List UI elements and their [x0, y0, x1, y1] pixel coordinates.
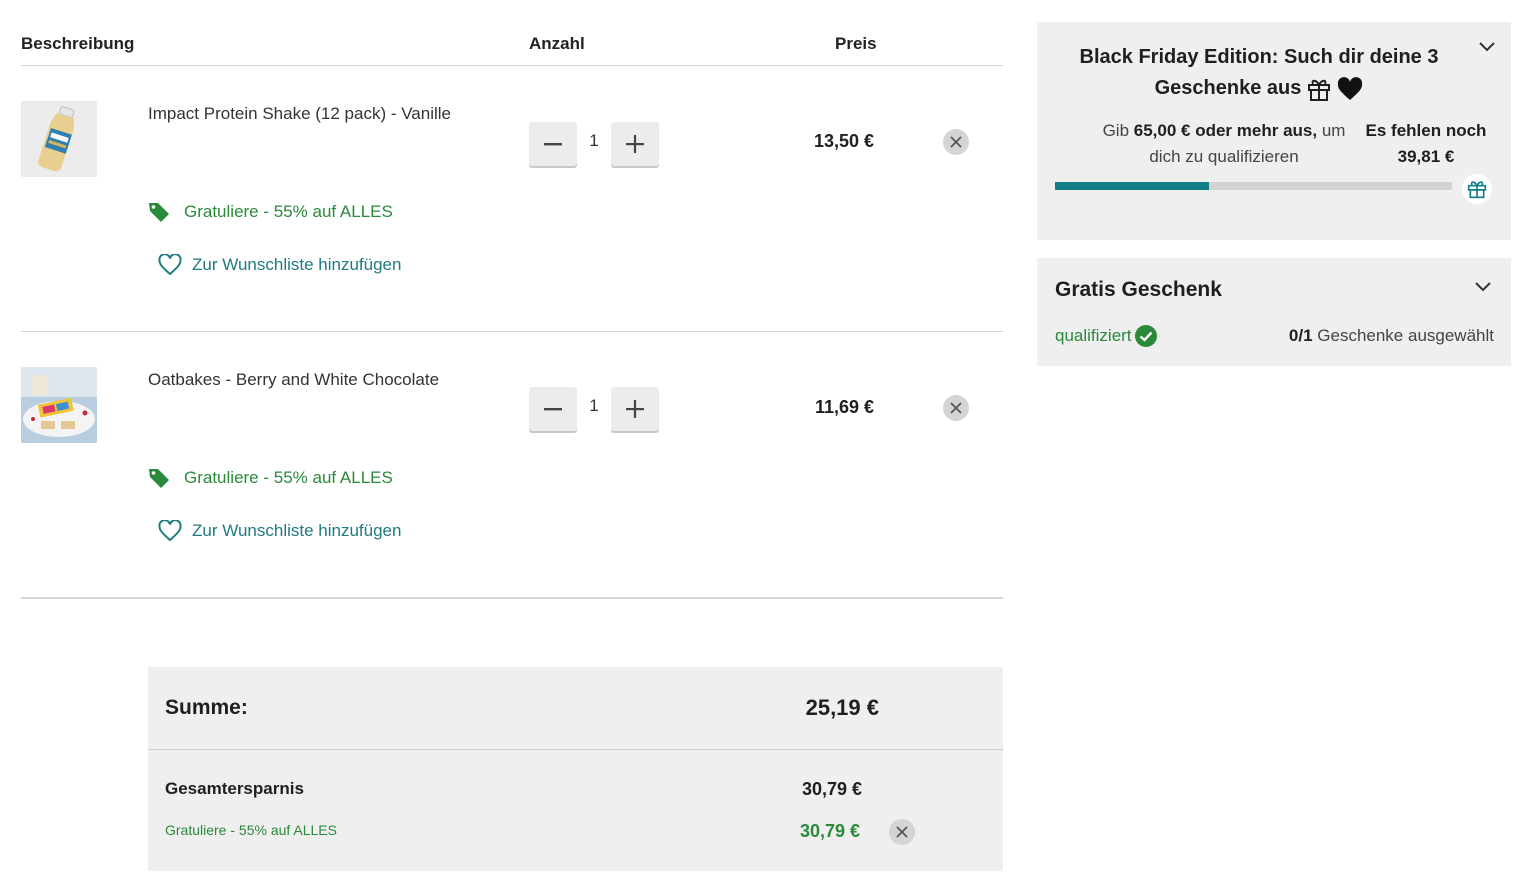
gift-count-suffix: Geschenke ausgewählt	[1312, 326, 1494, 345]
desc-line-2: dich zu qualifizieren	[1149, 147, 1299, 166]
tag-icon	[149, 203, 169, 222]
remove-item-button[interactable]	[943, 129, 969, 155]
item-price: 11,69 €	[814, 397, 874, 417]
title-line-2: Geschenke aus	[1055, 73, 1463, 104]
wishlist-text: Zur Wunschliste hinzufügen	[192, 521, 402, 540]
promo-label: Gratuliere - 55% auf ALLES	[148, 201, 393, 223]
gift-count: 0/1	[1288, 326, 1313, 345]
column-header-description: Beschreibung	[21, 34, 135, 53]
quantity-value[interactable]: 1	[577, 396, 611, 416]
header-divider	[21, 65, 1003, 66]
column-header-quantity: Anzahl	[529, 34, 585, 53]
row-divider	[21, 597, 1003, 599]
row-divider	[21, 331, 1003, 332]
black-friday-panel: Black Friday Edition: Such dir deine 3 G…	[1037, 22, 1511, 240]
promo-text: Gratuliere - 55% auf ALLES	[184, 468, 393, 487]
qualification-description: Gib 65,00 € oder mehr aus, um dich zu qu…	[1055, 118, 1393, 170]
gift-selection-count[interactable]: 0/1 Geschenke ausgewählt	[1289, 326, 1494, 346]
progress-goal	[1462, 174, 1492, 204]
desc-amount: 65,00 €	[1133, 121, 1191, 140]
free-gift-title: Gratis Geschenk	[1055, 278, 1222, 301]
progress-fill	[1055, 182, 1209, 190]
chevron-down-icon	[1479, 42, 1495, 52]
summary-promo-value: 30,79 €	[799, 821, 860, 841]
collapse-toggle[interactable]	[1478, 40, 1496, 58]
desc-bold: oder mehr aus,	[1190, 121, 1318, 140]
remaining-label: Es fehlen noch	[1365, 121, 1487, 140]
add-to-wishlist-link[interactable]: Zur Wunschliste hinzufügen	[158, 254, 401, 276]
plus-icon	[626, 400, 644, 418]
column-header-price: Preis	[835, 34, 877, 53]
total-value: 25,19 €	[805, 695, 879, 720]
gift-icon	[1467, 181, 1487, 199]
remaining-amount: Es fehlen noch 39,81 €	[1359, 118, 1493, 170]
product-name[interactable]: Oatbakes - Berry and White Chocolate	[148, 370, 439, 390]
qualified-status: qualifiziert	[1055, 324, 1158, 348]
close-icon	[950, 136, 962, 148]
qualified-text: qualifiziert	[1055, 326, 1132, 345]
remove-promo-button[interactable]	[889, 819, 915, 845]
summary-promo-label: Gratuliere - 55% auf ALLES	[165, 822, 337, 838]
add-to-wishlist-link[interactable]: Zur Wunschliste hinzufügen	[158, 520, 401, 542]
minus-icon	[544, 143, 562, 146]
gift-icon	[1308, 79, 1331, 101]
total-label: Summe:	[165, 696, 248, 719]
product-image-protein-shake[interactable]	[21, 101, 97, 177]
check-circle-icon	[1134, 325, 1157, 347]
collapse-toggle[interactable]	[1474, 280, 1492, 298]
product-name[interactable]: Impact Protein Shake (12 pack) - Vanille	[148, 104, 451, 124]
plus-icon	[626, 135, 644, 153]
order-summary: Summe: 25,19 € Gesamtersparnis 30,79 € G…	[148, 667, 1003, 871]
decrease-quantity-button[interactable]	[529, 122, 577, 166]
promo-text: Gratuliere - 55% auf ALLES	[184, 202, 393, 221]
chevron-down-icon	[1475, 282, 1491, 292]
remove-item-button[interactable]	[943, 395, 969, 421]
promo-label: Gratuliere - 55% auf ALLES	[148, 467, 393, 489]
increase-quantity-button[interactable]	[611, 122, 659, 166]
close-icon	[896, 826, 908, 838]
savings-value: 30,79 €	[801, 779, 862, 799]
progress-bar	[1055, 182, 1452, 190]
savings-label: Gesamtersparnis	[165, 779, 304, 798]
title-line-1: Black Friday Edition: Such dir deine 3	[1079, 46, 1439, 68]
heart-icon	[158, 254, 182, 276]
quantity-value[interactable]: 1	[577, 131, 611, 151]
minus-icon	[544, 408, 562, 411]
desc-pre: Gib	[1102, 121, 1134, 140]
product-image-oatbakes[interactable]	[21, 367, 97, 443]
title-line-2-text: Geschenke aus	[1154, 77, 1302, 99]
item-price: 13,50 €	[813, 131, 874, 151]
increase-quantity-button[interactable]	[611, 387, 659, 431]
desc-post: um	[1317, 121, 1346, 140]
decrease-quantity-button[interactable]	[529, 387, 577, 431]
remaining-value: 39,81 €	[1397, 147, 1455, 166]
summary-divider	[148, 749, 1003, 750]
tag-icon	[149, 469, 169, 488]
heart-icon	[1338, 76, 1363, 100]
heart-icon	[158, 520, 182, 542]
wishlist-text: Zur Wunschliste hinzufügen	[192, 255, 402, 274]
black-friday-title: Black Friday Edition: Such dir deine 3 G…	[1055, 42, 1463, 104]
free-gift-panel: Gratis Geschenk qualifiziert 0/1 Geschen…	[1037, 258, 1511, 366]
close-icon	[950, 402, 962, 414]
